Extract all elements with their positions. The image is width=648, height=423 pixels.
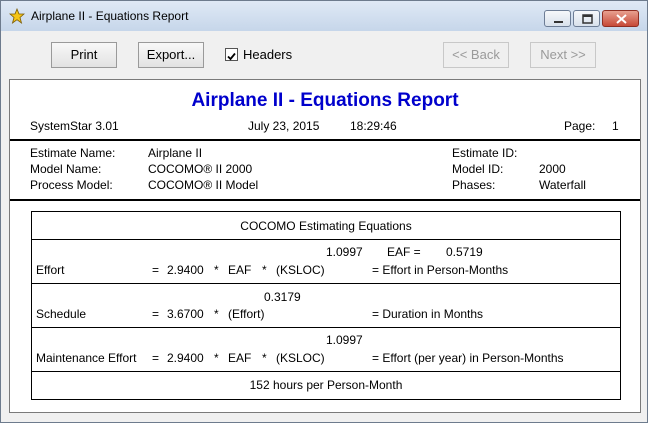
maintenance-coefficient: 2.9400 xyxy=(167,351,204,365)
report-window: Airplane II - Equations Report Print Exp… xyxy=(0,0,648,423)
minimize-icon xyxy=(554,21,563,23)
row-divider xyxy=(32,239,620,240)
report-time: 18:29:46 xyxy=(350,119,397,133)
export-button[interactable]: Export... xyxy=(138,42,204,68)
headers-label: Headers xyxy=(243,47,293,62)
phases-value: Waterfall xyxy=(539,178,586,192)
schedule-coefficient: 3.6700 xyxy=(167,307,204,321)
maintenance-exponent: 1.0997 xyxy=(326,333,363,347)
row-divider xyxy=(32,327,620,328)
maintenance-times-1: * xyxy=(214,351,219,365)
model-name-label: Model Name: xyxy=(30,162,102,176)
checkmark-icon xyxy=(227,52,236,61)
effort-exponent: 1.0997 xyxy=(326,245,363,259)
maintenance-times-2: * xyxy=(262,351,267,365)
print-button[interactable]: Print xyxy=(51,42,117,68)
page-number: 1 xyxy=(612,119,619,133)
maximize-icon xyxy=(582,14,593,24)
close-icon xyxy=(616,14,627,24)
back-button[interactable]: << Back xyxy=(443,42,509,68)
row-divider xyxy=(32,371,620,372)
effort-equals: = xyxy=(152,263,160,277)
schedule-result: = Duration in Months xyxy=(372,307,484,321)
system-name: SystemStar 3.01 xyxy=(30,119,119,133)
effort-label: Effort xyxy=(36,263,65,277)
window-title: Airplane II - Equations Report xyxy=(31,9,189,23)
maintenance-result: = Effort (per year) in Person-Months xyxy=(372,351,564,365)
effort-result: = Effort in Person-Months xyxy=(372,263,509,277)
minimize-button[interactable] xyxy=(544,10,571,27)
effort-times-2: * xyxy=(262,263,267,277)
maintenance-equals: = xyxy=(152,351,160,365)
schedule-effort-term: (Effort) xyxy=(228,307,265,321)
title-bar[interactable]: Airplane II - Equations Report xyxy=(1,1,647,31)
maintenance-ksloc-term: (KSLOC) xyxy=(276,351,325,365)
estimate-name-value: Airplane II xyxy=(148,146,203,160)
equations-footer: 152 hours per Person-Month xyxy=(249,378,403,392)
equations-table: COCOMO Estimating Equations 1.0997 EAF =… xyxy=(31,211,621,400)
toolbar: Print Export... << Back Next >> xyxy=(1,31,647,79)
process-model-value: COCOMO® II Model xyxy=(148,178,259,192)
eaf-value: 0.5719 xyxy=(446,245,483,259)
report-date: July 23, 2015 xyxy=(248,119,320,133)
effort-ksloc-term: (KSLOC) xyxy=(276,263,325,277)
divider-line xyxy=(10,139,640,141)
estimate-id-label: Estimate ID: xyxy=(452,146,518,160)
next-button[interactable]: Next >> xyxy=(530,42,596,68)
effort-eaf-term: EAF xyxy=(228,263,252,277)
maximize-button[interactable] xyxy=(573,10,600,27)
report-page: Airplane II - Equations Report SystemSta… xyxy=(9,79,641,413)
eaf-label: EAF = xyxy=(387,245,421,259)
divider-line xyxy=(10,199,640,201)
equations-header: COCOMO Estimating Equations xyxy=(240,219,412,233)
headers-checkbox[interactable] xyxy=(225,48,238,61)
close-button[interactable] xyxy=(602,10,639,27)
star-icon[interactable] xyxy=(8,7,26,25)
model-id-label: Model ID: xyxy=(452,162,504,176)
report-title: Airplane II - Equations Report xyxy=(191,90,459,111)
schedule-equals: = xyxy=(152,307,160,321)
effort-coefficient: 2.9400 xyxy=(167,263,204,277)
phases-label: Phases: xyxy=(452,178,496,192)
page-label: Page: xyxy=(564,119,596,133)
schedule-times: * xyxy=(214,307,219,321)
model-name-value: COCOMO® II 2000 xyxy=(148,162,253,176)
maintenance-label: Maintenance Effort xyxy=(36,351,137,365)
effort-times-1: * xyxy=(214,263,219,277)
model-id-value: 2000 xyxy=(539,162,566,176)
maintenance-eaf-term: EAF xyxy=(228,351,252,365)
schedule-label: Schedule xyxy=(36,307,87,321)
estimate-name-label: Estimate Name: xyxy=(30,146,116,160)
process-model-label: Process Model: xyxy=(30,178,113,192)
schedule-exponent: 0.3179 xyxy=(264,290,301,304)
row-divider xyxy=(32,283,620,284)
